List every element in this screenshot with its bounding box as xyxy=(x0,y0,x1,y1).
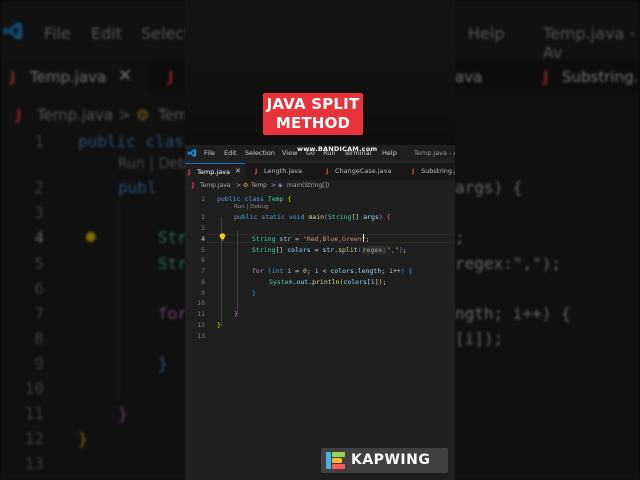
kapwing-watermark: KAPWING xyxy=(321,448,448,473)
lightbulb-icon[interactable] xyxy=(219,233,226,241)
code-line-11[interactable]: } xyxy=(234,310,238,318)
line-number: 8 xyxy=(201,278,205,286)
code-line-12[interactable]: } xyxy=(217,321,221,329)
line-number: 3 xyxy=(201,224,205,232)
menu-file[interactable]: File xyxy=(204,149,215,157)
breadcrumb-file[interactable]: Temp.java xyxy=(200,182,230,189)
line-number: 6 xyxy=(201,256,205,264)
tab-label: ChangeCase.java xyxy=(335,167,392,175)
tab-bar: J Temp.java ✕ J Length.java J ChangeCase… xyxy=(185,163,455,180)
close-icon[interactable]: ✕ xyxy=(235,167,241,175)
chevron-right-icon: > xyxy=(236,182,242,189)
code-line-8[interactable]: System.out.println(colors[i]); xyxy=(269,278,387,286)
line-number: 7 xyxy=(201,267,205,275)
class-icon: ⚙ xyxy=(243,182,249,189)
indent-guide xyxy=(237,231,238,316)
line-number: 1 xyxy=(201,195,205,203)
parameter-hint: regex: xyxy=(361,246,388,254)
title-line-1: JAVA SPLIT xyxy=(266,95,360,113)
vscode-logo-icon xyxy=(187,148,197,158)
java-file-icon: J xyxy=(412,167,415,175)
text-cursor xyxy=(363,234,364,242)
kapwing-label: KAPWING xyxy=(351,452,431,468)
breadcrumb: J Temp.java > ⚙ Temp > ◈ main(String[]) xyxy=(185,181,455,193)
line-number: 12 xyxy=(197,321,205,329)
window-title: Temp.java - A xyxy=(414,149,455,157)
java-file-icon: J xyxy=(188,168,191,176)
code-line-1[interactable]: public class Temp { xyxy=(217,195,291,203)
right-vignette xyxy=(455,0,640,480)
code-line-2[interactable]: public static void main(String[] args) { xyxy=(234,213,391,221)
tab-length-java[interactable]: J Length.java xyxy=(247,163,317,180)
code-line-5[interactable]: String[] colors = str.split(regex:","); xyxy=(252,246,407,254)
line-number: 13 xyxy=(197,332,205,340)
tab-substring-java[interactable]: J Substring.j xyxy=(403,163,455,180)
tab-changecase-java[interactable]: J ChangeCase.java xyxy=(319,163,401,180)
menu-edit[interactable]: Edit xyxy=(224,149,237,157)
line-number: 2 xyxy=(201,213,205,221)
title-line-2: METHOD xyxy=(275,114,351,132)
java-file-icon: J xyxy=(326,167,329,175)
kapwing-logo-icon xyxy=(326,452,345,469)
line-number: 11 xyxy=(197,310,205,318)
code-line-4[interactable]: String str = "Red,Blue,Green"; xyxy=(252,235,369,243)
breadcrumb-method[interactable]: main(String[]) xyxy=(287,182,329,189)
tab-temp-java[interactable]: J Temp.java ✕ xyxy=(185,163,245,180)
line-number: 4 xyxy=(201,235,205,243)
run-debug-codelens[interactable]: Run | Debug xyxy=(234,204,269,210)
menu-selection[interactable]: Selection xyxy=(245,149,275,157)
left-vignette xyxy=(0,0,185,480)
java-file-icon: J xyxy=(192,182,195,189)
line-number: 9 xyxy=(201,289,205,297)
method-icon: ◈ xyxy=(278,182,283,189)
java-file-icon: J xyxy=(255,167,258,175)
line-number: 10 xyxy=(197,299,205,307)
menu-help[interactable]: Help xyxy=(382,149,397,157)
code-line-9[interactable]: } xyxy=(252,289,256,297)
bandicam-watermark: www.BANDICAM.com xyxy=(297,145,378,153)
chevron-right-icon: > xyxy=(271,182,277,189)
video-title-banner: JAVA SPLIT METHOD xyxy=(263,93,363,135)
menu-view[interactable]: View xyxy=(282,149,297,157)
code-line-7[interactable]: for (int i = 0; i < colors.length; i++) … xyxy=(252,267,413,275)
breadcrumb-class[interactable]: Temp xyxy=(251,182,267,189)
tab-label: Temp.java xyxy=(197,168,231,176)
vscode-window: File Edit Selection View Go Run Terminal… xyxy=(185,145,455,480)
line-number: 5 xyxy=(201,246,205,254)
tab-label: Length.java xyxy=(264,167,303,175)
tab-label: Substring.j xyxy=(421,167,455,175)
